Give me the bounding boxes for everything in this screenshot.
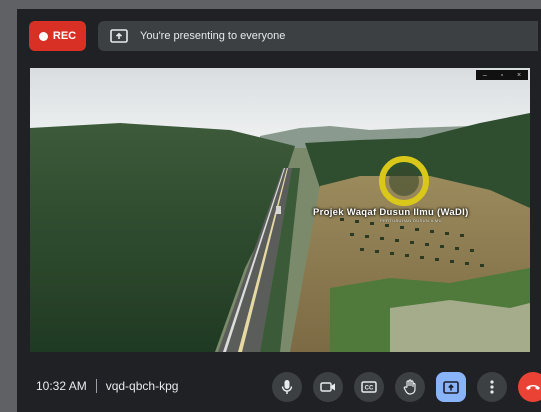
- mic-icon: [280, 379, 294, 395]
- close-icon[interactable]: ×: [517, 72, 521, 79]
- phone-hangup-icon: [525, 383, 541, 391]
- presenting-banner: You're presenting to everyone: [98, 21, 538, 51]
- video-overlay-subtitle: PERTUBUHAN DUSUN ILMU: [380, 218, 442, 223]
- hand-icon: [403, 379, 417, 395]
- video-overlay-title: Projek Waqaf Dusun Ilmu (WaDI): [313, 207, 469, 218]
- bottom-control-bar: 10:32 AM vqd-qbch-kpg CC: [17, 362, 541, 412]
- meeting-info: 10:32 AM vqd-qbch-kpg: [36, 379, 178, 393]
- captions-label: CC: [365, 386, 374, 392]
- camera-icon: [320, 381, 336, 393]
- video-window-controls[interactable]: – ▫ ×: [476, 70, 528, 80]
- present-screen-icon: [110, 29, 128, 43]
- present-button[interactable]: [436, 372, 466, 402]
- divider: [95, 379, 97, 393]
- presenting-text: You're presenting to everyone: [140, 30, 286, 42]
- record-dot-icon: [38, 31, 48, 41]
- more-vert-icon: [490, 380, 494, 394]
- shared-screen-video: – ▫ × Projek Waqaf Dusun Ilmu (WaDI) PER…: [30, 68, 530, 352]
- microphone-button[interactable]: [272, 372, 302, 402]
- meeting-code[interactable]: vqd-qbch-kpg: [106, 379, 179, 393]
- more-options-button[interactable]: [477, 372, 507, 402]
- captions-button[interactable]: CC: [354, 372, 384, 402]
- meeting-time: 10:32 AM: [36, 379, 87, 393]
- raise-hand-button[interactable]: [395, 372, 425, 402]
- meet-window: REC You're presenting to everyone – ▫ × …: [17, 9, 541, 412]
- minimize-icon[interactable]: –: [483, 72, 487, 79]
- camera-button[interactable]: [313, 372, 343, 402]
- recording-label: REC: [52, 30, 77, 42]
- captions-icon: CC: [361, 381, 377, 393]
- restore-icon[interactable]: ▫: [501, 72, 503, 79]
- leave-call-button[interactable]: [518, 372, 541, 402]
- recording-badge[interactable]: REC: [29, 21, 86, 51]
- present-icon: [443, 380, 459, 394]
